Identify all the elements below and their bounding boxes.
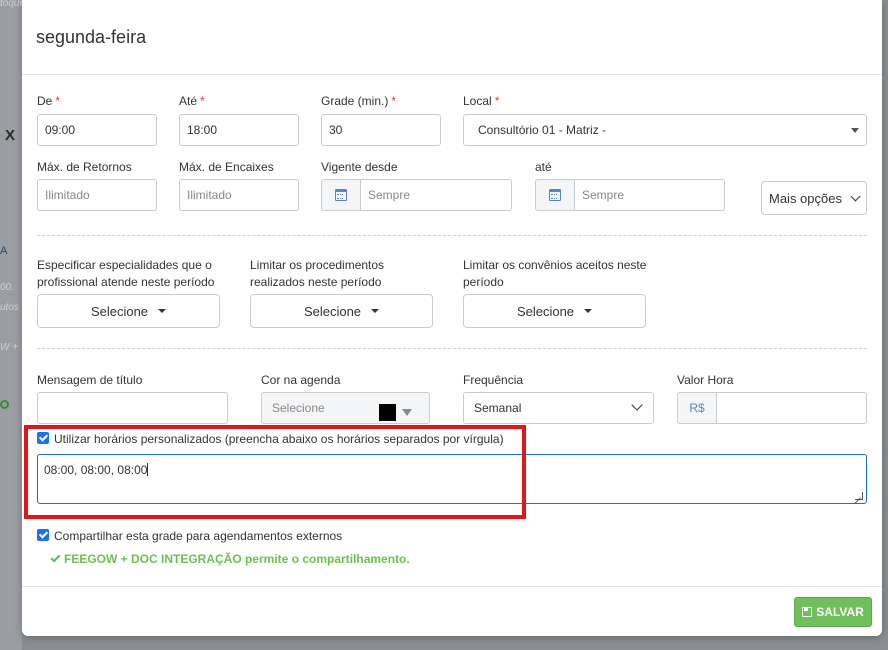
grade-input[interactable]: 30 [321,114,441,146]
max-encaixes-label: Máx. de Encaixes [179,160,274,174]
vigente-desde-input[interactable]: Sempre [360,179,512,211]
share-label[interactable]: Compartilhar esta grade para agendamento… [54,529,342,543]
ate-label: Até * [179,94,205,108]
divider [37,235,867,236]
valor-hora-input[interactable] [716,392,867,424]
ate-time-input[interactable]: 18:00 [179,114,299,146]
save-label: SALVAR [816,605,864,619]
modal-footer: SALVAR [22,586,882,636]
background-strip [0,0,22,650]
max-encaixes-input[interactable]: Ilimitado [179,179,299,211]
vigente-desde-calendar-button[interactable] [321,179,361,211]
check-icon [50,552,61,563]
frequencia-label: Frequência [463,373,524,387]
mais-opcoes-button[interactable]: Mais opções [761,181,867,215]
convenios-dropdown[interactable]: Selecione [463,294,646,328]
vigente-ate-label: até [535,160,552,174]
background-check-icon [0,400,9,409]
currency-addon: R$ [677,392,717,424]
procedimentos-dropdown[interactable]: Selecione [250,294,433,328]
frequencia-select[interactable]: Semanal [463,392,654,424]
background-snippet: 00. [0,282,14,293]
chevron-down-icon [850,191,861,201]
save-icon [802,607,813,617]
mensagem-input[interactable] [37,392,228,424]
cor-picker[interactable]: Selecione [261,392,430,424]
frequencia-value: Semanal [474,401,522,415]
local-select-value: Consultório 01 - Matriz - [478,123,607,137]
local-select[interactable]: Consultório 01 - Matriz - [463,114,867,146]
share-checkbox[interactable] [37,529,49,541]
save-button[interactable]: SALVAR [794,597,872,627]
convenios-label: Limitar os convênios aceitos neste perío… [463,258,647,289]
mensagem-label: Mensagem de título [37,373,143,387]
caret-down-icon [402,409,412,416]
procedimentos-label: Limitar os procedimentos realizados nest… [250,258,385,289]
caret-down-icon [851,128,859,133]
convenios-dropdown-label: Selecione [516,303,575,319]
caret-down-icon [584,309,593,313]
de-time-input[interactable]: 09:00 [37,114,157,146]
modal-header: segunda-feira [22,0,882,75]
vigente-ate-input[interactable]: Sempre [574,179,725,211]
schedule-modal: segunda-feira De * 09:00 Até * 18:00 Grade… [22,0,882,636]
de-label: De * [37,94,61,108]
background-snippet: W + [0,342,19,353]
procedimentos-dropdown-label: Selecione [303,303,362,319]
vigente-ate-calendar-button[interactable] [535,179,575,211]
cor-label: Cor na agenda [261,373,341,387]
color-swatch[interactable] [379,404,396,421]
local-label: Local * [463,94,500,108]
resize-grip-icon[interactable] [855,492,863,500]
vigente-desde-label: Vigente desde [321,160,398,174]
valor-hora-label: Valor Hora [677,373,734,387]
mais-opcoes-label: Mais opções [769,190,842,206]
highlight-annotation [24,425,526,519]
share-note-text: FEEGOW + DOC INTEGRAÇÃO permite o compar… [64,552,410,566]
chevron-down-icon [631,399,643,411]
cor-picker-value: Selecione [272,401,325,415]
especialidades-label: Especificar especialidades que o profiss… [37,258,215,289]
calendar-icon [335,189,347,201]
background-close-icon: X [5,127,16,144]
max-retornos-label: Máx. de Retornos [37,160,132,174]
background-snippet: utos [0,302,19,313]
share-note: FEEGOW + DOC INTEGRAÇÃO permite o compar… [50,552,410,566]
especialidades-dropdown-label: Selecione [90,303,149,319]
grade-label: Grade (min.) * [321,94,397,108]
modal-title: segunda-feira [36,26,147,47]
max-retornos-input[interactable]: Ilimitado [37,179,157,211]
divider [37,348,867,349]
caret-down-icon [158,309,167,313]
caret-down-icon [371,309,380,313]
especialidades-dropdown[interactable]: Selecione [37,294,220,328]
background-tab: A [0,245,8,257]
calendar-icon [549,189,561,201]
